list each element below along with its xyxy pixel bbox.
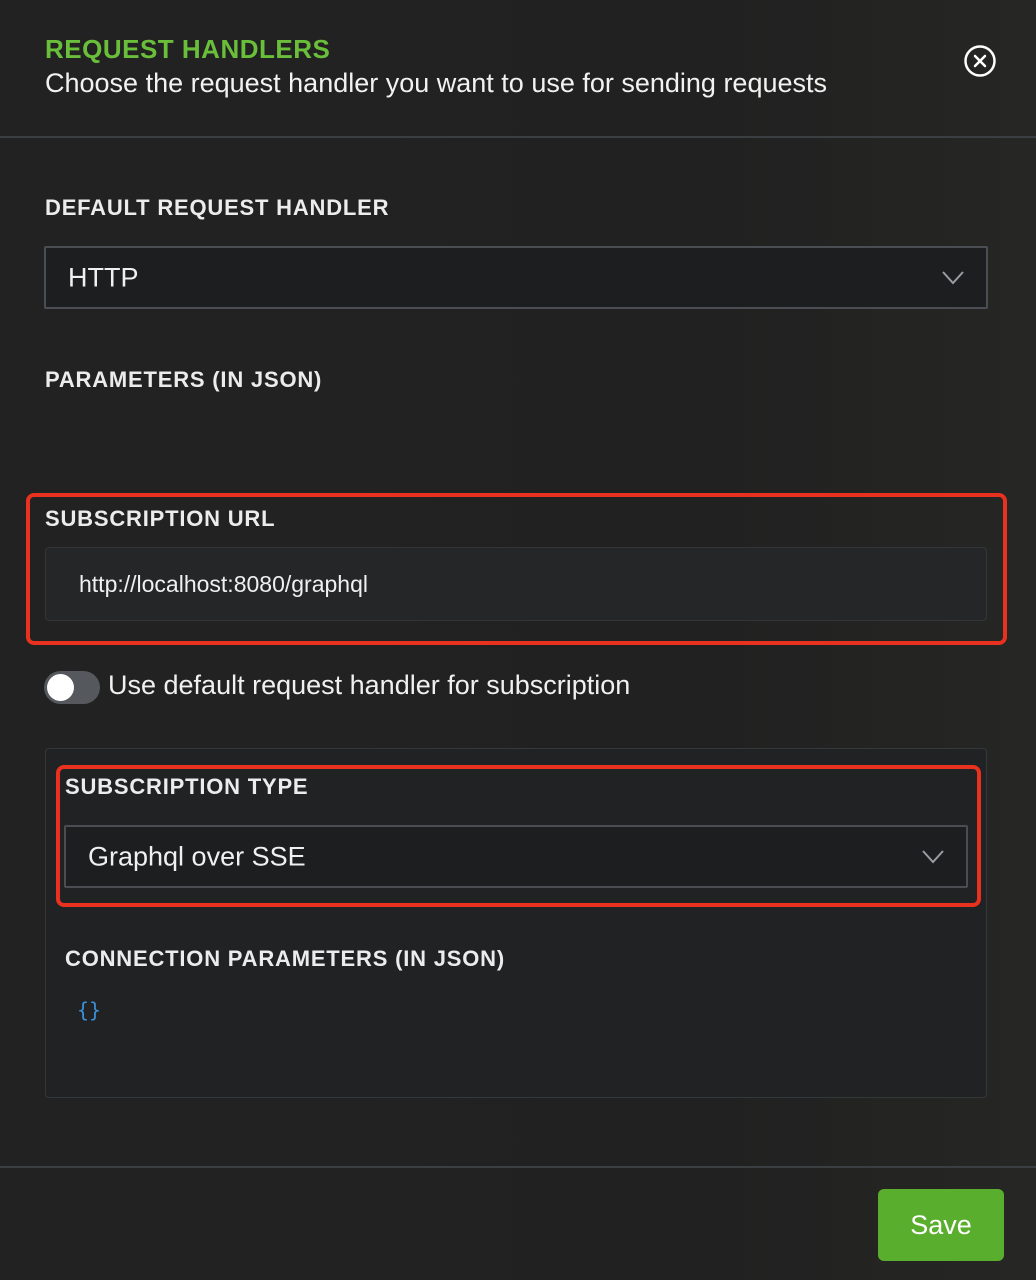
default-handler-value: HTTP xyxy=(68,262,139,292)
subscription-type-value: Graphql over SSE xyxy=(88,841,306,871)
subscription-type-select[interactable]: Graphql over SSE xyxy=(64,825,968,888)
subscription-settings-panel xyxy=(45,748,987,1098)
subscription-type-label: SUBSCRIPTION TYPE xyxy=(65,774,309,799)
connection-parameters-label: CONNECTION PARAMETERS (IN JSON) xyxy=(65,946,505,971)
toggle-knob xyxy=(47,674,74,701)
modal-title: REQUEST HANDLERS xyxy=(45,34,331,64)
use-default-handler-toggle[interactable] xyxy=(44,671,100,704)
subscription-url-label: SUBSCRIPTION URL xyxy=(45,506,276,531)
request-handlers-modal: REQUEST HANDLERS Choose the request hand… xyxy=(0,0,1036,1280)
chevron-down-icon xyxy=(922,849,944,863)
default-handler-select[interactable]: HTTP xyxy=(44,246,988,309)
use-default-handler-label: Use default request handler for subscrip… xyxy=(108,670,631,700)
default-handler-label: DEFAULT REQUEST HANDLER xyxy=(45,195,390,220)
save-button[interactable]: Save xyxy=(878,1189,1004,1261)
chevron-down-icon xyxy=(942,270,964,284)
close-circle-icon xyxy=(964,45,996,77)
modal-subtitle: Choose the request handler you want to u… xyxy=(45,68,827,98)
modal-header: REQUEST HANDLERS Choose the request hand… xyxy=(0,0,1036,138)
subscription-url-input[interactable] xyxy=(45,547,987,621)
connection-parameters-editor[interactable]: {} xyxy=(77,998,101,1022)
close-button[interactable] xyxy=(963,44,997,78)
parameters-label: PARAMETERS (IN JSON) xyxy=(45,367,323,392)
